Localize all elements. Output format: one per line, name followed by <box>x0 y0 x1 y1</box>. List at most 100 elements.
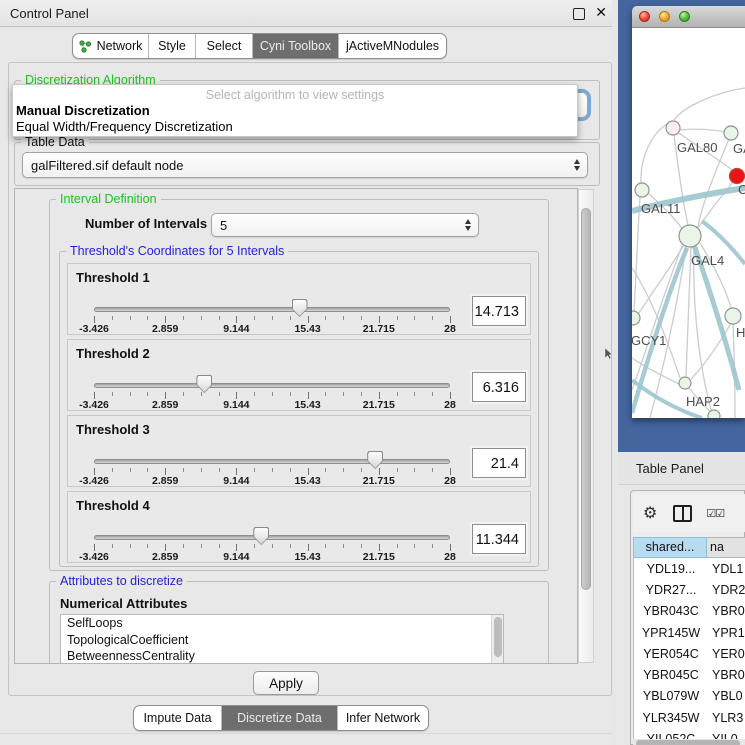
threshold-row: Threshold 1 -3.4262.8599.14415.4321.7152… <box>67 263 531 335</box>
slider-track[interactable] <box>94 307 450 312</box>
numerical-attributes-list[interactable]: SelfLoopsTopologicalCoefficientBetweenne… <box>60 614 504 664</box>
tab-label: Network <box>97 39 143 53</box>
table-row[interactable]: YER054CYER0 <box>634 643 745 664</box>
table-row[interactable]: YBR043CYBR0 <box>634 601 745 622</box>
tick-label: 2.859 <box>152 475 178 487</box>
network-edge[interactable] <box>674 88 745 120</box>
popup-option-manual[interactable]: Manual Discretization <box>13 103 577 119</box>
cell-shared-name: YPR145W <box>634 626 708 640</box>
combo-stepper-icon <box>574 159 580 171</box>
tab-label: Discretize Data <box>237 711 322 725</box>
table-data-combo-value: galFiltered.sif default node <box>31 158 183 173</box>
tab-network[interactable]: Network <box>73 34 149 58</box>
split-view-icon[interactable] <box>673 505 692 522</box>
top-tab-bar: Network StyleSelectCyni ToolboxjActiveMNo… <box>72 33 447 59</box>
popup-option-equal-width[interactable]: Equal Width/Frequency Discretization <box>13 119 577 135</box>
cell-shared-name: YIL052C <box>634 732 708 739</box>
table-panel-title: Table Panel <box>636 461 704 476</box>
tab-cyni-toolbox[interactable]: Cyni Toolbox <box>253 34 339 58</box>
attribute-item-topologicalcoefficient[interactable]: TopologicalCoefficient <box>61 632 503 649</box>
number-of-intervals-label: Number of Intervals <box>85 216 207 231</box>
slider-thumb[interactable] <box>196 375 212 393</box>
gear-icon[interactable]: ⚙ <box>643 503 657 523</box>
slider-tick-labels: -3.4262.8599.14415.4321.71528 <box>94 323 450 335</box>
minimize-traffic-light-icon[interactable] <box>659 11 670 22</box>
tick-label: -3.426 <box>79 551 109 563</box>
combo-stepper-icon <box>465 219 471 231</box>
attribute-item-selfloops[interactable]: SelfLoops <box>61 615 503 632</box>
cell-name: YDR2 <box>708 583 745 597</box>
table-row[interactable]: YPR145WYPR1 <box>634 622 745 643</box>
table-row[interactable]: YIL052CYIL0 <box>634 728 745 739</box>
GAL80-node[interactable] <box>666 121 680 135</box>
node[interactable] <box>724 126 738 140</box>
tab-impute-data[interactable]: Impute Data <box>134 706 222 730</box>
tab-discretize-data[interactable]: Discretize Data <box>222 706 338 730</box>
threshold-value-box[interactable]: 21.4 <box>472 448 526 478</box>
table-header: shared... na <box>633 537 745 558</box>
close-icon[interactable]: ✕ <box>595 4 607 21</box>
node[interactable] <box>635 183 649 197</box>
tab-label: Impute Data <box>143 711 211 725</box>
number-of-intervals-combo[interactable]: 5 <box>211 213 479 237</box>
table-row[interactable]: YDR27...YDR2 <box>634 579 745 600</box>
select-columns-icon[interactable]: ☑☑ <box>706 507 724 520</box>
table-row[interactable]: YLR345WYLR3 <box>634 707 745 728</box>
slider-track[interactable] <box>94 459 450 464</box>
node-label-gal4: GAL4 <box>691 253 724 268</box>
bottom-divider <box>0 733 618 734</box>
apply-button[interactable]: Apply <box>253 671 319 695</box>
network-edge[interactable] <box>634 197 640 311</box>
threshold-label: Threshold 2 <box>76 346 150 361</box>
zoom-traffic-light-icon[interactable] <box>679 11 690 22</box>
panel-scrollbar[interactable] <box>578 189 594 663</box>
column-header-shared-name[interactable]: shared... <box>633 537 707 558</box>
threshold-value-box[interactable]: 11.344 <box>472 524 526 554</box>
table-row[interactable]: YBL079WYBL0 <box>634 686 745 707</box>
network-edge[interactable] <box>680 129 724 132</box>
slider-thumb[interactable] <box>292 299 308 317</box>
HAP2-node[interactable] <box>679 377 691 389</box>
float-icon[interactable] <box>573 8 585 20</box>
column-header-name[interactable]: na <box>707 537 745 558</box>
panel-scrollbar-thumb[interactable] <box>581 208 591 590</box>
list-scrollbar[interactable] <box>491 615 503 664</box>
algorithm-dropdown-popup: Select algorithm to view settings Manual… <box>12 84 578 137</box>
threshold-value-box[interactable]: 6.316 <box>472 372 526 402</box>
attribute-item-betweennesscentrality[interactable]: BetweennessCentrality <box>61 648 503 664</box>
cell-name: YBL0 <box>708 689 745 703</box>
tab-infer-network[interactable]: Infer Network <box>338 706 428 730</box>
tab-select[interactable]: Select <box>196 34 253 58</box>
number-of-intervals-value: 5 <box>220 218 227 233</box>
tick-label: 21.715 <box>363 323 395 335</box>
network-view[interactable]: GAL80GACGAL11GAL4GCY1HHAP2 <box>632 28 745 418</box>
node[interactable] <box>632 311 640 325</box>
slider-track[interactable] <box>94 383 450 388</box>
tab-jactivemnodules[interactable]: jActiveMNodules <box>339 34 446 58</box>
table-row[interactable]: YDL19...YDL1 <box>634 558 745 579</box>
interval-definition-title: Interval Definition <box>56 192 161 207</box>
slider-track[interactable] <box>94 535 450 540</box>
node[interactable] <box>708 410 720 418</box>
node-label-hap2: HAP2 <box>686 394 720 409</box>
node-label-ga: GA <box>733 141 745 156</box>
table-hscrollbar[interactable] <box>633 739 745 745</box>
cell-name: YLR3 <box>708 711 745 725</box>
node-label-gcy1: GCY1 <box>632 333 666 348</box>
control-panel-titlebar: Control Panel ✕ <box>0 0 618 27</box>
network-window-titlebar[interactable] <box>632 6 745 28</box>
cell-name: YDL1 <box>708 562 745 576</box>
slider-thumb[interactable] <box>367 451 383 469</box>
cell-shared-name: YBR045C <box>634 668 708 682</box>
node[interactable] <box>725 308 741 324</box>
cell-shared-name: YBR043C <box>634 604 708 618</box>
table-row[interactable]: YBR045CYBR0 <box>634 664 745 685</box>
slider-tick-labels: -3.4262.8599.14415.4321.71528 <box>94 475 450 487</box>
tick-label: 15.43 <box>294 323 320 335</box>
close-traffic-light-icon[interactable] <box>639 11 650 22</box>
table-data-combo[interactable]: galFiltered.sif default node <box>22 152 588 178</box>
slider-thumb[interactable] <box>253 527 269 545</box>
threshold-value-box[interactable]: 14.713 <box>472 296 526 326</box>
tab-style[interactable]: Style <box>149 34 196 58</box>
GAL4-node[interactable] <box>679 225 701 247</box>
